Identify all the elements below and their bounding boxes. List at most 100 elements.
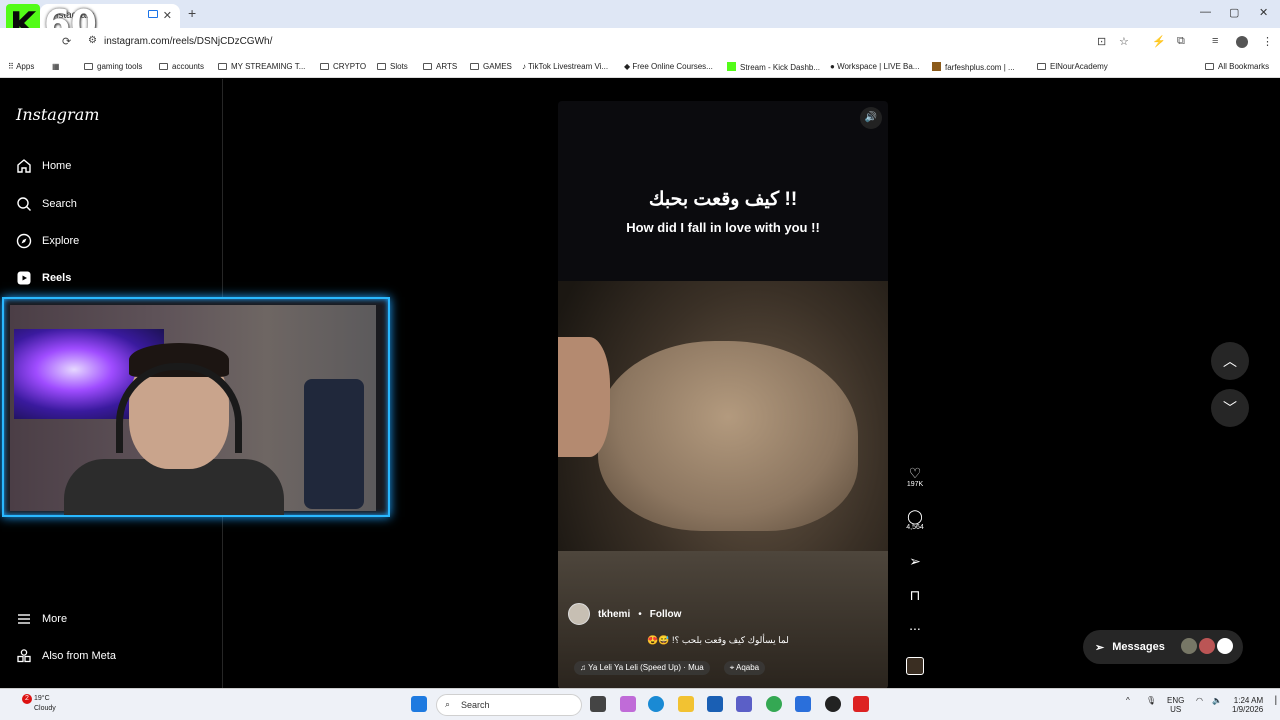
bookmark-folder[interactable]: accounts [159, 62, 204, 71]
share-button[interactable]: ➢ [900, 553, 930, 569]
folder-icon [470, 63, 479, 70]
like-button[interactable]: ♡ 197K [900, 465, 930, 488]
teams-icon[interactable] [736, 696, 752, 712]
bookmark-star-icon[interactable]: ☆ [1119, 35, 1129, 48]
save-button[interactable]: ⊓ [900, 587, 930, 603]
messages-button[interactable]: ➢ Messages [1083, 630, 1243, 664]
avatar[interactable] [568, 603, 590, 625]
bookmark-link[interactable]: ● Workspace | LIVE Ba... [830, 62, 919, 71]
edge-icon[interactable] [648, 696, 664, 712]
profile-avatar[interactable] [1236, 36, 1248, 48]
obs-icon[interactable] [825, 696, 841, 712]
extension-icon[interactable]: ⚡ [1152, 35, 1166, 48]
comment-icon: ◯ [907, 508, 923, 524]
more-options-button[interactable]: ... [900, 617, 930, 633]
donkey-image [598, 341, 858, 531]
apps-grid-icon: ⠿ [8, 62, 17, 71]
weather-widget[interactable]: 2 19°C Cloudy [18, 694, 56, 714]
file-explorer-icon[interactable] [678, 696, 694, 712]
store-icon[interactable] [707, 696, 723, 712]
taskbar-search[interactable]: ⌕ Search [436, 694, 582, 716]
tab-groups-icon[interactable]: ▦ [52, 62, 60, 71]
sidebar-item-more[interactable]: More [16, 611, 67, 627]
bookmark-link[interactable]: farfeshplus.com | ... [932, 62, 1015, 72]
install-app-icon[interactable]: ⊡ [1097, 35, 1106, 48]
browser-tab-strip: Instagram ✕ + — ▢ ✕ [0, 0, 1280, 28]
tab-close-button[interactable]: ✕ [163, 9, 172, 22]
bookmark-folder[interactable]: MY STREAMING T... [218, 62, 305, 71]
windows-start-icon[interactable] [411, 696, 427, 712]
location-pill[interactable]: ⌖ Aqaba [723, 661, 766, 675]
minimize-button[interactable]: — [1200, 6, 1211, 18]
picture-in-picture-icon[interactable] [148, 10, 158, 18]
chrome-icon[interactable] [766, 696, 782, 712]
site-info-icon[interactable]: ⚙ [88, 35, 97, 46]
clock[interactable]: 1:24 AM 1/9/2026 [1232, 696, 1263, 714]
speaker-icon[interactable]: 🔊 [860, 107, 882, 129]
copilot-icon[interactable] [620, 696, 636, 712]
sidebar-item-reels[interactable]: Reels [16, 270, 71, 286]
notifications-icon[interactable]: ▕ [1270, 696, 1276, 705]
sidebar-item-search[interactable]: Search [16, 196, 77, 212]
bookmark-folder[interactable]: CRYPTO [320, 62, 366, 71]
app-icon[interactable] [795, 696, 811, 712]
bookmark-folder[interactable]: ElNourAcademy [1037, 62, 1108, 71]
sidebar-item-explore[interactable]: Explore [16, 233, 79, 249]
menu-icon [18, 614, 30, 624]
sidebar-item-home[interactable]: Home [16, 158, 71, 174]
wifi-icon[interactable]: ◠ [1196, 696, 1203, 705]
comment-button[interactable]: ◯ 4,564 [900, 508, 930, 531]
extensions-puzzle-icon[interactable]: ⧉ [1177, 35, 1185, 48]
volume-icon[interactable]: 🔈 [1212, 696, 1222, 705]
close-window-button[interactable]: ✕ [1259, 6, 1268, 19]
new-tab-button[interactable]: + [188, 5, 196, 21]
notification-badge: 2 [22, 694, 32, 704]
heart-icon: ♡ [908, 465, 922, 481]
reel-author-row: tkhemi • Follow [568, 603, 681, 625]
bookmark-folder[interactable]: Slots [377, 62, 408, 71]
bookmark-folder[interactable]: gaming tools [84, 62, 142, 71]
previous-reel-button[interactable]: ︿ [1211, 342, 1249, 380]
person-image [558, 337, 610, 457]
next-reel-button[interactable]: ﹀ [1211, 389, 1249, 427]
app-icon[interactable] [853, 696, 869, 712]
folder-icon [84, 63, 93, 70]
address-bar: ⟳ ⚙ instagram.com/reels/DSNjCDzCGWh/ ⊡ ☆… [0, 28, 1280, 56]
chevron-down-icon: ﹀ [1223, 400, 1237, 416]
task-view-icon[interactable] [590, 696, 606, 712]
bookmark-link[interactable]: ♪ TikTok Livestream Vi... [522, 62, 608, 71]
tab-search-icon[interactable]: ≡ [1212, 35, 1218, 47]
windows-taskbar: 2 19°C Cloudy ⌕ Search ^ 🎙 ENG US ◠ 🔈 1:2… [0, 688, 1280, 720]
comment-count: 4,564 [906, 524, 924, 531]
bookmark-link[interactable]: Stream - Kick Dashb... [727, 62, 820, 72]
site-favicon-icon [932, 62, 941, 71]
follow-button[interactable]: Follow [650, 609, 682, 620]
bookmark-folder[interactable]: GAMES [470, 62, 512, 71]
reel-caption[interactable]: لما يسألوك كيف وقعت بلحب ؟! 😅😍 [558, 635, 878, 646]
kick-icon [727, 62, 736, 71]
reel-video[interactable]: 🔊 كيف وقعت بحبك !! How did I fall in lov… [558, 101, 888, 689]
bookmark-apps[interactable]: ⠿ Apps [8, 62, 34, 71]
bookmark-folder[interactable]: ARTS [423, 62, 457, 71]
reel-username[interactable]: tkhemi [598, 609, 630, 620]
message-avatars [1181, 638, 1233, 654]
bookmark-folder[interactable]: All Bookmarks [1205, 62, 1269, 71]
url-field[interactable]: instagram.com/reels/DSNjCDzCGWh/ [104, 36, 272, 47]
reload-icon[interactable]: ⟳ [62, 35, 71, 48]
browser-menu-icon[interactable]: ⋮ [1262, 35, 1273, 48]
maximize-button[interactable]: ▢ [1229, 6, 1239, 19]
reel-meta-row: ♫ Ya Leli Ya Leli (Speed Up) · Mua ⌖ Aqa… [574, 661, 766, 675]
music-pill[interactable]: ♫ Ya Leli Ya Leli (Speed Up) · Mua [574, 661, 710, 675]
sidebar-item-also-from-meta[interactable]: Also from Meta [16, 648, 116, 664]
search-icon: ⌕ [445, 699, 451, 709]
audio-thumbnail[interactable] [906, 657, 924, 675]
bookmark-link[interactable]: ◆ Free Online Courses... [624, 62, 713, 71]
reel-title-arabic: كيف وقعت بحبك !! [648, 189, 798, 210]
tray-overflow-icon[interactable]: ^ [1126, 696, 1130, 705]
microphone-icon[interactable]: 🎙 [1146, 696, 1156, 705]
bookmarks-bar: ⠿ Apps ▦ gaming tools accounts MY STREAM… [0, 56, 1280, 78]
home-icon [17, 159, 31, 173]
language-indicator[interactable]: ENG US [1167, 696, 1184, 714]
music-note-icon: ♫ [580, 663, 589, 672]
instagram-logo[interactable]: Instagram [16, 105, 99, 124]
